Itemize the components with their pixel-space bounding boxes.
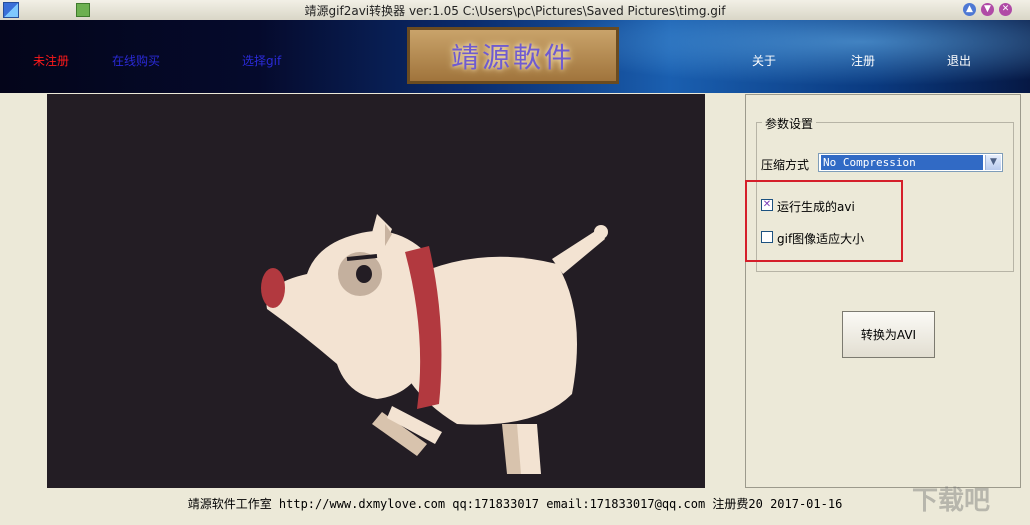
minimize-icon: ▲ [966,4,973,14]
close-icon: ✕ [1001,4,1010,14]
dog-illustration [261,214,608,474]
left-margin [0,94,47,488]
run-avi-label: 运行生成的avi [777,200,855,214]
highlight-annotation-box [745,180,903,262]
minimize-button[interactable]: ▲ [963,3,976,16]
window-title: 靖源gif2avi转换器 ver:1.05 C:\Users\pc\Pictur… [304,4,726,18]
fit-size-label: gif图像适应大小 [777,232,865,246]
close-button[interactable]: ✕ [999,3,1012,16]
header-banner: 未注册 在线购买 选择gif 靖源軟件 关于 注册 退出 [0,20,1030,93]
convert-button-label: 转换为AVI [860,328,917,342]
maximize-button[interactable]: ▼ [981,3,994,16]
nav-unregistered[interactable]: 未注册 [33,52,69,69]
status-footer: 靖源软件工作室 http://www.dxmylove.com qq:17183… [187,497,843,511]
brand-logo: 靖源軟件 [407,27,619,84]
watermark-logo: 下载吧 [912,486,991,516]
nav-buy-online[interactable]: 在线购买 [112,52,160,69]
chevron-down-icon[interactable]: ▼ [985,155,1001,170]
nav-about[interactable]: 关于 [752,52,776,69]
convert-to-avi-button[interactable]: 转换为AVI [842,311,935,358]
maximize-icon: ▼ [984,4,991,14]
compression-selected-value: No Compression [821,155,983,170]
nav-exit[interactable]: 退出 [947,52,971,69]
window-titlebar: 靖源gif2avi转换器 ver:1.05 C:\Users\pc\Pictur… [0,0,1030,21]
logo-text: 靖源軟件 [450,40,575,74]
gif-preview [47,94,705,488]
settings-group-title: 参数设置 [762,115,817,132]
compression-label: 压缩方式 [761,158,810,172]
run-avi-checkbox[interactable]: ✕ [761,199,773,211]
compression-select[interactable]: No Compression ▼ [818,153,1003,172]
fit-size-checkbox[interactable] [761,231,773,243]
nav-register[interactable]: 注册 [851,52,875,69]
nav-select-gif[interactable]: 选择gif [242,52,281,69]
